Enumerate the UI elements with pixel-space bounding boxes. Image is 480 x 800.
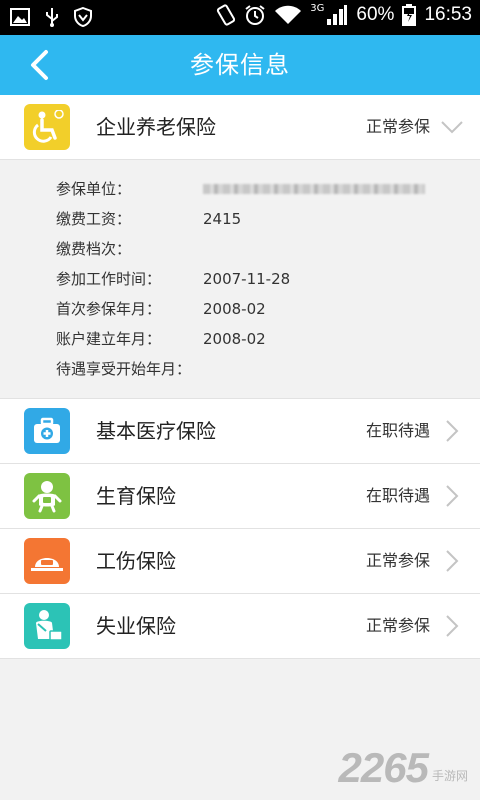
signal-icon xyxy=(327,5,348,25)
unemployed-person-icon xyxy=(24,603,70,649)
detail-row: 账户建立年月： 2008-02 xyxy=(0,324,480,354)
detail-label: 待遇享受开始年月： xyxy=(56,360,192,378)
insurance-item-medical[interactable]: 基本医疗保险 在职待遇 xyxy=(0,399,480,464)
detail-label: 参加工作时间： xyxy=(56,270,162,288)
insurance-list: 企业养老保险 正常参保 参保单位： 缴费工资： 2415 缴费档次： 参加工作时… xyxy=(0,95,480,659)
insurance-status: 在职待遇 xyxy=(365,421,430,440)
insurance-item-pension[interactable]: 企业养老保险 正常参保 xyxy=(0,95,480,160)
pension-details: 参保单位： 缴费工资： 2415 缴费档次： 参加工作时间： 2007-11-2… xyxy=(0,160,480,399)
detail-row: 参加工作时间： 2007-11-28 xyxy=(0,264,480,294)
page-title: 参保信息 xyxy=(190,51,290,79)
watermark: 2265 手游网 xyxy=(339,744,468,792)
chevron-right-icon xyxy=(446,485,459,507)
insurance-name: 工伤保险 xyxy=(96,549,176,573)
detail-value: 2415 xyxy=(203,210,242,228)
helmet-icon xyxy=(24,538,70,584)
insurance-name: 生育保险 xyxy=(96,484,176,508)
detail-label: 缴费档次： xyxy=(56,240,132,258)
medical-kit-icon xyxy=(24,408,70,454)
detail-row: 首次参保年月： 2008-02 xyxy=(0,294,480,324)
watermark-logo: 2265 xyxy=(338,744,429,791)
insurance-status: 正常参保 xyxy=(365,616,430,635)
detail-label: 首次参保年月： xyxy=(56,300,162,318)
detail-row: 缴费工资： 2415 xyxy=(0,204,480,234)
insurance-status: 正常参保 xyxy=(365,117,430,136)
vibrate-icon xyxy=(217,4,236,26)
detail-value: 2008-02 xyxy=(203,330,266,348)
chevron-right-icon xyxy=(446,615,459,637)
battery-percent: 60% xyxy=(356,4,395,25)
title-bar: 参保信息 xyxy=(0,35,480,95)
chevron-down-icon xyxy=(441,121,463,134)
detail-row: 待遇享受开始年月： xyxy=(0,354,480,384)
detail-row: 缴费档次： xyxy=(0,234,480,264)
usb-icon xyxy=(46,8,58,27)
redacted-value xyxy=(203,184,425,194)
detail-value: 2007-11-28 xyxy=(203,270,291,288)
pension-icon xyxy=(24,104,70,150)
battery-icon xyxy=(402,4,417,26)
insurance-name: 企业养老保险 xyxy=(96,115,216,139)
insurance-item-maternity[interactable]: 生育保险 在职待遇 xyxy=(0,464,480,529)
detail-row: 参保单位： xyxy=(0,174,480,204)
shield-icon xyxy=(74,7,92,27)
detail-label: 账户建立年月： xyxy=(56,330,162,348)
chevron-right-icon xyxy=(446,420,459,442)
image-icon xyxy=(10,8,30,26)
insurance-name: 失业保险 xyxy=(96,614,176,638)
detail-label: 参保单位： xyxy=(56,180,132,198)
insurance-status: 正常参保 xyxy=(365,551,430,570)
detail-label: 缴费工资： xyxy=(56,210,132,228)
wifi-icon xyxy=(275,5,302,24)
insurance-item-work-injury[interactable]: 工伤保险 正常参保 xyxy=(0,529,480,594)
insurance-status: 在职待遇 xyxy=(365,486,430,505)
chevron-right-icon xyxy=(446,550,459,572)
insurance-item-unemployment[interactable]: 失业保险 正常参保 xyxy=(0,594,480,659)
insurance-name: 基本医疗保险 xyxy=(96,419,216,443)
detail-value: 2008-02 xyxy=(203,300,266,318)
clock: 16:53 xyxy=(424,4,472,25)
watermark-sub: 手游网 xyxy=(431,768,468,783)
baby-icon xyxy=(24,473,70,519)
status-bar: 3G 60% 16:53 xyxy=(0,0,480,35)
alarm-icon xyxy=(245,5,265,25)
network-type: 3G xyxy=(310,2,325,14)
